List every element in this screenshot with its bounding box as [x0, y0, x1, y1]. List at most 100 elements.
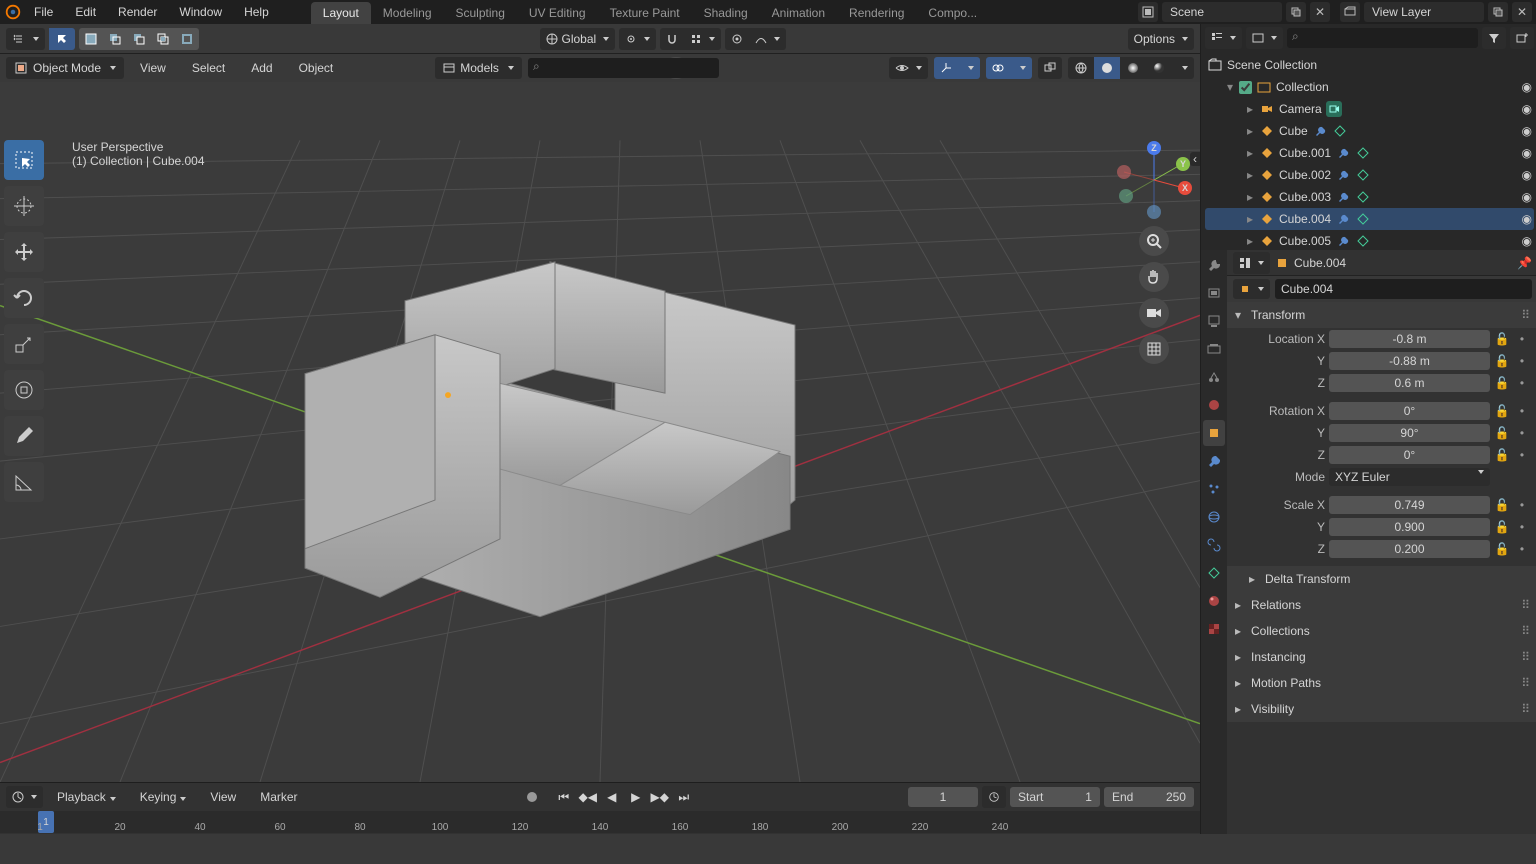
start-frame[interactable]: Start1: [1010, 787, 1100, 807]
select-extend-icon[interactable]: [103, 28, 127, 50]
expand-icon[interactable]: ▸: [1245, 190, 1255, 204]
lock-icon[interactable]: 🔓: [1494, 498, 1510, 512]
tab-rendering[interactable]: Rendering: [837, 2, 916, 24]
timeline-editor-type[interactable]: [6, 786, 43, 808]
relations-header[interactable]: ▸Relations⠿: [1227, 592, 1536, 618]
asset-search[interactable]: [528, 58, 719, 78]
ptab-output[interactable]: [1203, 308, 1225, 334]
scene-delete-icon[interactable]: ✕: [1310, 2, 1330, 22]
outliner-item[interactable]: ▸Cube◉: [1205, 120, 1534, 142]
proportional-edit[interactable]: [725, 28, 749, 50]
tool-move[interactable]: [4, 232, 44, 272]
cursor-pivot-menu[interactable]: [6, 28, 45, 50]
scene-browse-icon[interactable]: [1138, 2, 1158, 22]
scale-x[interactable]: 0.749: [1329, 496, 1490, 514]
select-subtract-icon[interactable]: [127, 28, 151, 50]
menu-file[interactable]: File: [24, 1, 63, 23]
visibility-icon[interactable]: ◉: [1522, 102, 1532, 116]
rotation-z[interactable]: 0°: [1329, 446, 1490, 464]
mode-select[interactable]: Object Mode: [6, 57, 124, 79]
ptab-viewlayer[interactable]: [1203, 336, 1225, 362]
visibility-icon[interactable]: ◉: [1522, 124, 1532, 138]
keyframe-prev-icon[interactable]: ◆◀: [577, 787, 599, 807]
ptab-scene[interactable]: [1203, 364, 1225, 390]
delta-transform-header[interactable]: ▸Delta Transform: [1227, 566, 1536, 592]
tool-rotate[interactable]: [4, 278, 44, 318]
instancing-header[interactable]: ▸Instancing⠿: [1227, 644, 1536, 670]
asset-library[interactable]: Models: [435, 57, 522, 79]
tab-texture-paint[interactable]: Texture Paint: [598, 2, 692, 24]
tab-layout[interactable]: Layout: [311, 2, 371, 24]
gizmo-neg-y[interactable]: [1119, 189, 1133, 203]
ptab-render[interactable]: [1203, 280, 1225, 306]
view-layer-input[interactable]: [1364, 2, 1484, 22]
select-intersect-icon[interactable]: [151, 28, 175, 50]
collection-enable-checkbox[interactable]: [1239, 81, 1252, 94]
outliner-scene-collection[interactable]: Scene Collection: [1205, 54, 1534, 76]
lock-icon[interactable]: 🔓: [1494, 520, 1510, 534]
prop-editor-type[interactable]: [1233, 252, 1270, 274]
lock-icon[interactable]: 🔓: [1494, 542, 1510, 556]
snap-toggle[interactable]: [660, 28, 684, 50]
menu-edit[interactable]: Edit: [65, 1, 106, 23]
expand-icon[interactable]: ▸: [1245, 168, 1255, 182]
ptab-constraints[interactable]: [1203, 532, 1225, 558]
outliner-item[interactable]: ▸Cube.005◉: [1205, 230, 1534, 250]
timeline-view-menu[interactable]: View: [200, 786, 246, 808]
snap-menu[interactable]: [684, 28, 721, 50]
ptab-texture[interactable]: [1203, 616, 1225, 642]
gizmo-y[interactable]: Y: [1176, 157, 1190, 171]
ptab-physics[interactable]: [1203, 504, 1225, 530]
visibility-icon[interactable]: ◉: [1522, 212, 1532, 226]
visibility-icon[interactable]: ◉: [1522, 168, 1532, 182]
gizmo-menu[interactable]: [958, 57, 980, 79]
collections-header[interactable]: ▸Collections⠿: [1227, 618, 1536, 644]
menu-help[interactable]: Help: [234, 1, 279, 23]
object-menu[interactable]: Object: [289, 57, 344, 79]
select-invert-icon[interactable]: [175, 28, 199, 50]
tab-modeling[interactable]: Modeling: [371, 2, 444, 24]
tab-uv[interactable]: UV Editing: [517, 2, 598, 24]
keyframe-next-icon[interactable]: ▶◆: [649, 787, 671, 807]
visibility-header[interactable]: ▸Visibility⠿: [1227, 696, 1536, 722]
play-icon[interactable]: ▶: [625, 787, 647, 807]
gizmo-toggle[interactable]: [934, 57, 958, 79]
expand-icon[interactable]: ▸: [1245, 102, 1255, 116]
proportional-falloff[interactable]: [749, 28, 786, 50]
select-tweak-icon[interactable]: [49, 28, 75, 50]
view-menu[interactable]: View: [130, 57, 176, 79]
expand-icon[interactable]: ▸: [1245, 212, 1255, 226]
end-frame[interactable]: End250: [1104, 787, 1194, 807]
pin-icon[interactable]: 📌: [1517, 256, 1532, 270]
lock-icon[interactable]: 🔓: [1494, 332, 1510, 346]
tool-cursor[interactable]: [4, 186, 44, 226]
tool-scale[interactable]: [4, 324, 44, 364]
expand-icon[interactable]: ▸: [1245, 234, 1255, 248]
gizmo-x[interactable]: X: [1178, 181, 1192, 195]
shading-wire-icon[interactable]: [1068, 57, 1094, 79]
visibility-menu[interactable]: [889, 57, 928, 79]
lock-icon[interactable]: 🔓: [1494, 426, 1510, 440]
outliner-collection[interactable]: ▾ Collection ◉: [1205, 76, 1534, 98]
tab-animation[interactable]: Animation: [760, 2, 837, 24]
pan-button[interactable]: [1139, 262, 1169, 292]
object-name-input[interactable]: [1275, 279, 1532, 299]
outliner-display-mode[interactable]: [1246, 27, 1283, 49]
gizmo-neg-z[interactable]: [1147, 205, 1161, 219]
jump-start-icon[interactable]: ⏮: [553, 787, 575, 807]
outliner-filter-icon[interactable]: [1482, 27, 1506, 49]
lock-icon[interactable]: 🔓: [1494, 354, 1510, 368]
ptab-particles[interactable]: [1203, 476, 1225, 502]
zoom-button[interactable]: [1139, 226, 1169, 256]
scale-z[interactable]: 0.200: [1329, 540, 1490, 558]
camera-view-button[interactable]: [1139, 298, 1169, 328]
play-reverse-icon[interactable]: ◀: [601, 787, 623, 807]
shading-solid-icon[interactable]: [1094, 57, 1120, 79]
scale-y[interactable]: 0.900: [1329, 518, 1490, 536]
scene-new-icon[interactable]: [1286, 2, 1306, 22]
ptab-material[interactable]: [1203, 588, 1225, 614]
lock-icon[interactable]: 🔓: [1494, 376, 1510, 390]
visibility-icon[interactable]: ◉: [1522, 234, 1532, 248]
options-menu[interactable]: Options: [1128, 28, 1194, 50]
shading-matpreview-icon[interactable]: [1120, 57, 1146, 79]
